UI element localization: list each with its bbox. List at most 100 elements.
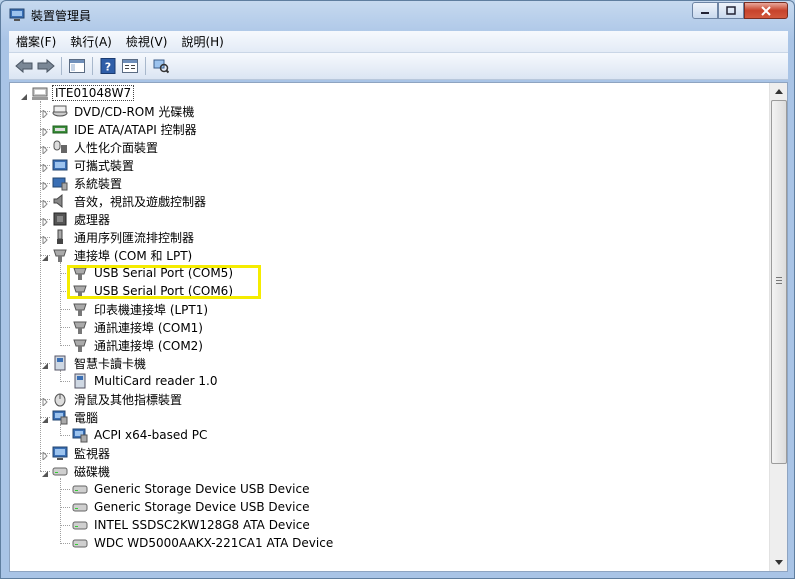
caption-buttons	[692, 2, 788, 20]
expand-icon[interactable]	[41, 107, 49, 120]
tree-category-node[interactable]: 人性化介面裝置	[52, 138, 160, 156]
tree-root-label: ITE01048W7	[52, 85, 135, 101]
tree-root-node[interactable]: ITE01048W7	[32, 84, 135, 102]
tree-category-node[interactable]: 處理器	[52, 210, 112, 228]
expand-icon[interactable]	[41, 125, 49, 138]
expand-icon[interactable]	[41, 395, 49, 408]
port-icon	[73, 303, 87, 316]
tree-device-node[interactable]: INTEL SSDSC2KW128G8 ATA Device	[72, 516, 312, 534]
maximize-icon	[726, 6, 736, 15]
tree-node-label: 可攜式裝置	[74, 158, 135, 173]
port-icon	[73, 339, 87, 352]
tree-category-node[interactable]: 滑鼠及其他指標裝置	[52, 390, 184, 408]
expand-icon[interactable]	[41, 233, 49, 246]
tree-node-label: ACPI x64-based PC	[94, 428, 208, 442]
tree-category-node[interactable]: 監視器	[52, 444, 112, 462]
menu-file[interactable]: 檔案(F)	[9, 32, 63, 52]
collapse-icon[interactable]	[41, 467, 49, 477]
scan-hardware-icon	[153, 59, 169, 74]
expand-icon[interactable]	[41, 215, 49, 228]
processor-icon	[53, 212, 67, 226]
tree-node-label: 系統裝置	[74, 176, 123, 191]
properties-icon	[122, 59, 138, 73]
tree-device-node[interactable]: Generic Storage Device USB Device	[72, 498, 311, 516]
toolbar: ?	[9, 53, 788, 80]
tree-guide-line	[60, 345, 70, 346]
collapse-icon[interactable]	[20, 90, 28, 100]
mouse-icon	[54, 393, 66, 407]
title-bar[interactable]: 裝置管理員	[1, 1, 794, 30]
annotation-highlight-box	[67, 265, 261, 299]
help-button[interactable]: ?	[97, 55, 119, 77]
smartcard-reader-icon	[74, 373, 86, 389]
tree-category-node[interactable]: DVD/CD-ROM 光碟機	[52, 102, 196, 120]
port-icon	[53, 249, 67, 262]
portable-device-icon	[52, 159, 68, 171]
tree-category-node[interactable]: 磁碟機	[52, 462, 112, 480]
menu-help[interactable]: 說明(H)	[174, 32, 230, 52]
tree-node-label: WDC WD5000AAKX-221CA1 ATA Device	[94, 536, 334, 550]
tree-node-label: 電腦	[74, 410, 99, 425]
tree-category-node[interactable]: 系統裝置	[52, 174, 124, 192]
toolbar-separator	[145, 57, 146, 75]
minimize-button[interactable]	[692, 2, 718, 19]
monitor-icon	[52, 446, 68, 460]
menu-view[interactable]: 檢視(V)	[119, 32, 175, 52]
forward-button[interactable]	[35, 55, 57, 77]
tree-device-node[interactable]: 印表機連接埠 (LPT1)	[72, 300, 210, 318]
expand-icon[interactable]	[41, 197, 49, 210]
tree-device-node[interactable]: WDC WD5000AAKX-221CA1 ATA Device	[72, 534, 335, 552]
tree-category-node[interactable]: 連接埠 (COM 和 LPT)	[52, 246, 194, 264]
tree-category-node[interactable]: IDE ATA/ATAPI 控制器	[52, 120, 199, 138]
menu-action[interactable]: 執行(A)	[63, 32, 119, 52]
tree-device-node[interactable]: 通訊連接埠 (COM2)	[72, 336, 205, 354]
show-hide-console-tree-button[interactable]	[66, 55, 88, 77]
maximize-button[interactable]	[718, 2, 744, 19]
usb-controller-icon	[57, 229, 63, 244]
disk-drive-icon	[72, 503, 88, 512]
collapse-icon[interactable]	[41, 359, 49, 369]
tree-device-node[interactable]: MultiCard reader 1.0	[72, 372, 219, 390]
tree-category-node[interactable]: 電腦	[52, 408, 100, 426]
tree-node-label: 通訊連接埠 (COM2)	[94, 338, 203, 353]
vertical-scrollbar[interactable]	[769, 83, 787, 571]
tree-node-label: 通訊連接埠 (COM1)	[94, 320, 203, 335]
scroll-thumb[interactable]	[771, 100, 787, 464]
device-tree: ITE01048W7 DVD/CD-ROM 光碟機 IDE ATA/ATAPI 控…	[10, 83, 770, 571]
show-hide-console-tree-icon	[69, 59, 85, 73]
tree-device-node[interactable]: 通訊連接埠 (COM1)	[72, 318, 205, 336]
disk-drive-icon	[52, 467, 68, 476]
tree-node-label: 音效，視訊及遊戲控制器	[74, 194, 207, 209]
close-icon	[761, 5, 771, 16]
tree-category-node[interactable]: 通用序列匯流排控制器	[52, 228, 196, 246]
expand-icon[interactable]	[41, 449, 49, 462]
device-tree-pane[interactable]: ITE01048W7 DVD/CD-ROM 光碟機 IDE ATA/ATAPI 控…	[9, 82, 788, 572]
window-title: 裝置管理員	[31, 9, 92, 23]
device-manager-icon	[9, 8, 25, 21]
tree-node-label: 人性化介面裝置	[74, 140, 159, 155]
tree-category-node[interactable]: 可攜式裝置	[52, 156, 136, 174]
tree-category-node[interactable]: 智慧卡讀卡機	[52, 354, 148, 372]
computer-icon	[32, 87, 48, 100]
tree-device-node[interactable]: Generic Storage Device USB Device	[72, 480, 311, 498]
tree-device-node[interactable]: ACPI x64-based PC	[72, 426, 209, 444]
back-button[interactable]	[13, 55, 35, 77]
expand-icon[interactable]	[41, 161, 49, 174]
collapse-icon[interactable]	[41, 251, 49, 261]
smartcard-reader-icon	[54, 355, 66, 371]
scroll-down-button[interactable]	[770, 554, 787, 571]
collapse-icon[interactable]	[41, 413, 49, 423]
disk-drive-icon	[72, 539, 88, 548]
tree-node-label: 智慧卡讀卡機	[74, 356, 147, 371]
scan-hardware-button[interactable]	[150, 55, 172, 77]
help-icon: ?	[100, 58, 116, 74]
properties-button[interactable]	[119, 55, 141, 77]
scroll-up-button[interactable]	[770, 83, 787, 100]
expand-icon[interactable]	[41, 143, 49, 156]
expand-icon[interactable]	[41, 179, 49, 192]
close-button[interactable]	[744, 2, 788, 19]
tree-guide-line	[60, 262, 61, 346]
tree-category-node[interactable]: 音效，視訊及遊戲控制器	[52, 192, 208, 210]
tree-guide-line	[60, 435, 70, 436]
computer-icon	[72, 428, 88, 443]
